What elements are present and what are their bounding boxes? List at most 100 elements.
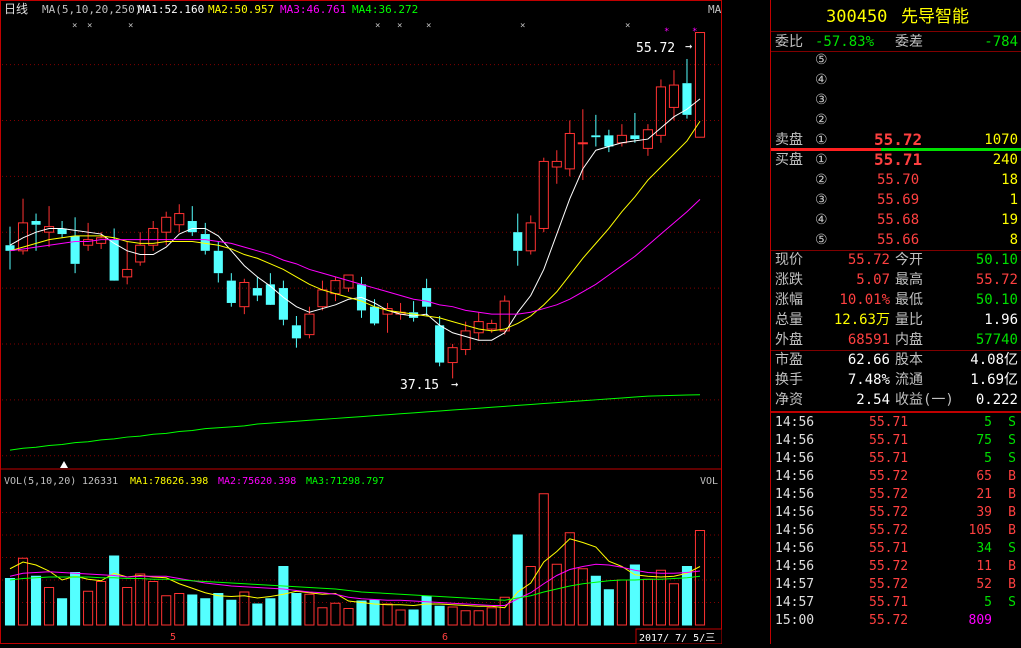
volume-bars[interactable]: [4, 493, 706, 626]
trade-row[interactable]: 14:56 55.72 39 B: [771, 504, 1021, 522]
candle[interactable]: [564, 120, 575, 177]
volume-bar[interactable]: [44, 587, 55, 626]
volume-bar[interactable]: [278, 566, 289, 626]
trade-row[interactable]: 14:57 55.71 5 S: [771, 594, 1021, 612]
volume-bar[interactable]: [30, 575, 42, 626]
candle[interactable]: [447, 343, 458, 379]
volume-bar[interactable]: [460, 610, 471, 626]
trade-row[interactable]: 14:56 55.71 34 S: [771, 540, 1021, 558]
candle[interactable]: [122, 241, 133, 285]
candle[interactable]: [291, 316, 301, 348]
candle[interactable]: [538, 157, 549, 233]
volume-bar[interactable]: [356, 600, 367, 626]
candle[interactable]: [435, 316, 445, 367]
buy-row-4[interactable]: ④ 55.68 19: [771, 210, 1021, 230]
volume-bar[interactable]: [473, 610, 484, 626]
volume-bar[interactable]: [486, 607, 497, 626]
volume-bar[interactable]: [135, 573, 146, 626]
volume-bar[interactable]: [681, 566, 693, 626]
candle[interactable]: [226, 273, 236, 307]
volume-bar[interactable]: [317, 607, 328, 626]
volume-bar[interactable]: [187, 594, 198, 626]
candle[interactable]: [161, 211, 172, 246]
sell-row-5[interactable]: ⑤: [771, 50, 1021, 70]
trade-row[interactable]: 14:56 55.71 5 S: [771, 414, 1021, 432]
buy-row-5[interactable]: ⑤ 55.66 8: [771, 230, 1021, 250]
volume-bar[interactable]: [17, 557, 29, 626]
sell-row-2[interactable]: ②: [771, 110, 1021, 130]
info-marker-icon[interactable]: ×: [426, 21, 431, 31]
volume-bar[interactable]: [551, 563, 562, 626]
buy-row-1[interactable]: 买盘 ① 55.71 240: [771, 150, 1021, 170]
kline-chart[interactable]: 日线 MA(5,10,20,250) MA1:52.160 MA2:50.957…: [0, 0, 764, 645]
candles[interactable]: [5, 32, 706, 379]
volume-bar[interactable]: [161, 595, 172, 626]
volume-bar[interactable]: [174, 593, 185, 626]
volume-bar[interactable]: [655, 569, 666, 626]
trade-row[interactable]: 14:56 55.72 21 B: [771, 486, 1021, 504]
volume-bar[interactable]: [434, 605, 445, 626]
info-marker-icon[interactable]: ×: [87, 21, 92, 31]
candle[interactable]: [83, 222, 94, 251]
volume-bar[interactable]: [382, 603, 393, 626]
candle[interactable]: [278, 280, 288, 326]
info-marker-icon[interactable]: ×: [520, 21, 525, 31]
volume-bar[interactable]: [512, 534, 523, 626]
volume-bar[interactable]: [330, 602, 341, 626]
volume-bar[interactable]: [564, 532, 575, 626]
volume-bar[interactable]: [590, 575, 601, 626]
sell-row-1[interactable]: 卖盘 ① 55.72 1070: [771, 130, 1021, 150]
trade-row[interactable]: 14:56 55.72 65 B: [771, 468, 1021, 486]
candle[interactable]: [330, 276, 341, 302]
candle[interactable]: [187, 206, 197, 236]
candle[interactable]: [343, 274, 354, 292]
volume-bar[interactable]: [70, 572, 81, 626]
info-marker-icon[interactable]: ×: [375, 21, 380, 31]
volume-bar[interactable]: [603, 589, 614, 626]
candle[interactable]: [668, 70, 680, 121]
candle[interactable]: [317, 280, 328, 311]
volume-bar[interactable]: [668, 583, 680, 626]
volume-bar[interactable]: [252, 603, 263, 626]
candle[interactable]: [551, 150, 562, 184]
volume-bar[interactable]: [83, 590, 94, 626]
candle[interactable]: [473, 312, 484, 341]
volume-bar[interactable]: [694, 530, 706, 626]
volume-bar[interactable]: [4, 578, 16, 626]
volume-bar[interactable]: [408, 609, 419, 626]
candle[interactable]: [513, 213, 523, 266]
volume-bar[interactable]: [148, 581, 159, 626]
info-marker-icon[interactable]: ×: [128, 21, 133, 31]
sell-row-3[interactable]: ③: [771, 90, 1021, 110]
candle[interactable]: [148, 221, 159, 251]
buy-row-2[interactable]: ② 55.70 18: [771, 170, 1021, 190]
volume-bar[interactable]: [96, 581, 107, 626]
trade-row[interactable]: 14:56 55.72 11 B: [771, 558, 1021, 576]
volume-bar[interactable]: [629, 564, 640, 626]
star-marker-icon[interactable]: *: [664, 27, 669, 37]
candle[interactable]: [630, 112, 640, 143]
candle[interactable]: [174, 204, 185, 233]
trade-row[interactable]: 15:00 55.72 809: [771, 612, 1021, 630]
volume-bar[interactable]: [213, 593, 224, 626]
volume-bar[interactable]: [122, 587, 133, 626]
buy-row-3[interactable]: ③ 55.69 1: [771, 190, 1021, 210]
candle[interactable]: [5, 226, 15, 270]
candle[interactable]: [525, 215, 536, 255]
volume-bar[interactable]: [642, 578, 653, 626]
volume-bar[interactable]: [304, 593, 315, 626]
tick-trades-list[interactable]: 14:56 55.71 5 S 14:56 55.71 75 S 14:56 55.71 5 S 14:…: [771, 414, 1021, 644]
volume-bar[interactable]: [499, 596, 510, 626]
volume-bar[interactable]: [200, 598, 211, 626]
volume-bar[interactable]: [57, 598, 68, 626]
volume-bar[interactable]: [343, 608, 354, 626]
info-markers[interactable]: × × × × × × × × * *: [72, 21, 697, 37]
candle[interactable]: [135, 232, 146, 266]
candle[interactable]: [200, 222, 210, 255]
star-marker-icon[interactable]: *: [692, 27, 697, 37]
sell-row-4[interactable]: ④: [771, 70, 1021, 90]
candle[interactable]: [604, 129, 614, 153]
candle[interactable]: [213, 241, 223, 283]
kline-chart-panel[interactable]: 日线 MA(5,10,20,250) MA1:52.160 MA2:50.957…: [0, 0, 764, 645]
trade-row[interactable]: 14:56 55.72 105 B: [771, 522, 1021, 540]
